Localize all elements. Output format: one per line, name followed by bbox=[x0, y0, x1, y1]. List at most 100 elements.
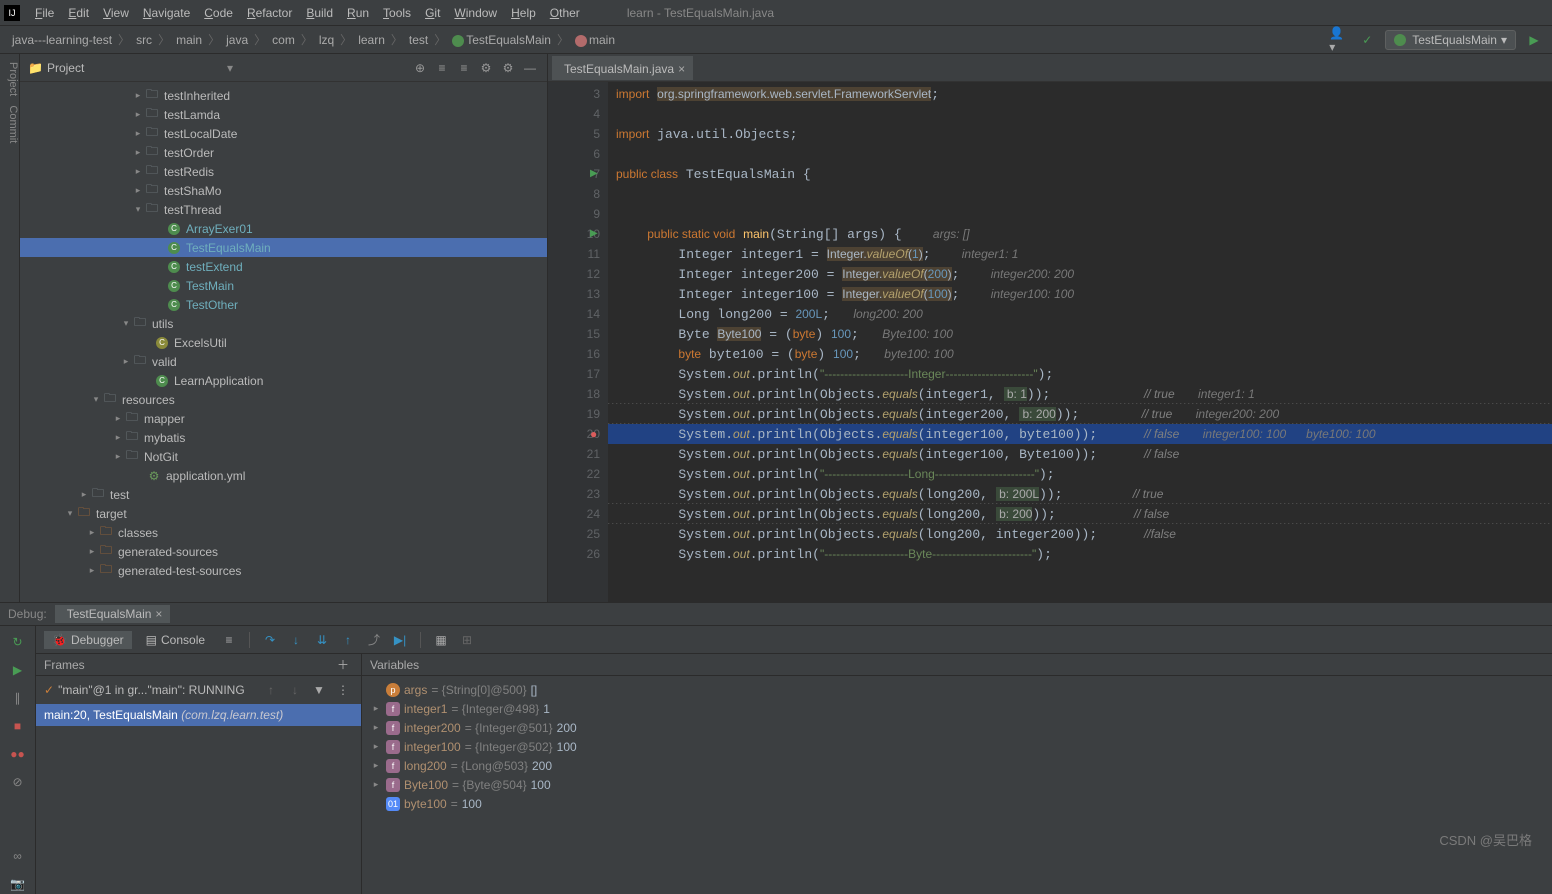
line-number[interactable]: 12 bbox=[548, 264, 600, 284]
code-body[interactable]: import org.springframework.web.servlet.F… bbox=[608, 82, 1552, 602]
menu-code[interactable]: Code bbox=[197, 6, 240, 20]
line-number[interactable]: 11 bbox=[548, 244, 600, 264]
stop-icon[interactable]: ■ bbox=[8, 716, 28, 736]
target-icon[interactable]: ⊕ bbox=[411, 59, 429, 77]
close-icon[interactable]: × bbox=[155, 607, 162, 621]
tree-item[interactable]: ▸🗀NotGit bbox=[20, 447, 547, 466]
menu-window[interactable]: Window bbox=[447, 6, 504, 20]
tree-item[interactable]: CExcelsUtil bbox=[20, 333, 547, 352]
mute-breakpoints-icon[interactable]: ⊘ bbox=[8, 772, 28, 792]
tree-item[interactable]: ▾🗀target bbox=[20, 504, 547, 523]
tree-item[interactable]: ⚙application.yml bbox=[20, 466, 547, 485]
check-icon[interactable]: ✓ bbox=[1357, 30, 1377, 50]
variable-row[interactable]: ▸f integer1 = {Integer@498} 1 bbox=[362, 699, 1552, 718]
code-line[interactable] bbox=[608, 204, 1552, 224]
view-breakpoints-icon[interactable]: ●● bbox=[8, 744, 28, 764]
rerun-icon[interactable]: ↻ bbox=[8, 632, 28, 652]
tree-item[interactable]: ▸🗀valid bbox=[20, 352, 547, 371]
code-line[interactable]: public static void main(String[] args) {… bbox=[608, 224, 1552, 244]
tree-item[interactable]: ▸🗀testShaMo bbox=[20, 181, 547, 200]
tree-item[interactable]: ▾🗀utils bbox=[20, 314, 547, 333]
threads-icon[interactable]: ≡ bbox=[219, 630, 239, 650]
tree-item[interactable]: CLearnApplication bbox=[20, 371, 547, 390]
tree-item[interactable]: ▸🗀generated-test-sources bbox=[20, 561, 547, 580]
crumb[interactable]: test bbox=[405, 33, 432, 47]
line-number[interactable]: 8 bbox=[548, 184, 600, 204]
line-number[interactable]: 19 bbox=[548, 404, 600, 424]
tree-item[interactable]: ▸🗀mybatis bbox=[20, 428, 547, 447]
line-number[interactable]: 24 bbox=[548, 504, 600, 524]
sort-desc-icon[interactable]: ≡ bbox=[455, 59, 473, 77]
code-line[interactable]: System.out.println("--------------------… bbox=[608, 544, 1552, 564]
camera-icon[interactable]: 📷 bbox=[8, 874, 28, 894]
code-line[interactable]: System.out.println(Objects.equals(long20… bbox=[608, 524, 1552, 544]
crumb[interactable]: java bbox=[222, 33, 252, 47]
menu-run[interactable]: Run bbox=[340, 6, 376, 20]
line-number[interactable]: 9 bbox=[548, 204, 600, 224]
menu-git[interactable]: Git bbox=[418, 6, 447, 20]
line-number[interactable]: 3 bbox=[548, 84, 600, 104]
crumb[interactable]: TestEqualsMain bbox=[448, 33, 555, 47]
step-over-icon[interactable]: ↷ bbox=[260, 630, 280, 650]
line-number[interactable]: 17 bbox=[548, 364, 600, 384]
tree-item[interactable]: ▸🗀classes bbox=[20, 523, 547, 542]
tree-item[interactable]: ▸🗀test bbox=[20, 485, 547, 504]
tree-item[interactable]: ▸🗀testInherited bbox=[20, 86, 547, 105]
filter-icon[interactable]: ⚙ bbox=[477, 59, 495, 77]
menu-view[interactable]: View bbox=[96, 6, 136, 20]
code-line[interactable]: System.out.println(Objects.equals(intege… bbox=[608, 404, 1552, 424]
line-number[interactable]: 18 bbox=[548, 384, 600, 404]
gutter[interactable]: 3456789101112131415161718192021222324252… bbox=[548, 82, 608, 602]
crumb[interactable]: java---learning-test bbox=[8, 33, 116, 47]
thread-row[interactable]: ✓ "main"@1 in gr..."main": RUNNING ↑ ↓ ▼… bbox=[36, 676, 361, 704]
crumb[interactable]: src bbox=[132, 33, 156, 47]
tree-item[interactable]: CTestOther bbox=[20, 295, 547, 314]
run-button[interactable]: ▶ bbox=[1524, 30, 1544, 50]
variable-row[interactable]: ▸f integer100 = {Integer@502} 100 bbox=[362, 737, 1552, 756]
line-number[interactable]: 7 bbox=[548, 164, 600, 184]
debug-run-tab[interactable]: TestEqualsMain × bbox=[55, 605, 171, 623]
menu-tools[interactable]: Tools bbox=[376, 6, 418, 20]
line-number[interactable]: 23 bbox=[548, 484, 600, 504]
variable-row[interactable]: ▸f Byte100 = {Byte@504} 100 bbox=[362, 775, 1552, 794]
tree-item[interactable]: ▸🗀mapper bbox=[20, 409, 547, 428]
menu-file[interactable]: File bbox=[28, 6, 61, 20]
project-tree[interactable]: ▸🗀testInherited▸🗀testLamda▸🗀testLocalDat… bbox=[20, 82, 547, 602]
tree-item[interactable]: CTestEqualsMain bbox=[20, 238, 547, 257]
tree-item[interactable]: CTestMain bbox=[20, 276, 547, 295]
code-line[interactable] bbox=[608, 104, 1552, 124]
close-icon[interactable]: × bbox=[678, 62, 685, 76]
code-line[interactable]: System.out.println(Objects.equals(intege… bbox=[608, 444, 1552, 464]
code-line[interactable]: import org.springframework.web.servlet.F… bbox=[608, 84, 1552, 104]
line-number[interactable]: 4 bbox=[548, 104, 600, 124]
step-into-icon[interactable]: ↓ bbox=[286, 630, 306, 650]
gear-icon[interactable]: ⚙ bbox=[499, 59, 517, 77]
line-number[interactable]: 6 bbox=[548, 144, 600, 164]
tree-item[interactable]: ▾🗀resources bbox=[20, 390, 547, 409]
user-icon[interactable]: 👤▾ bbox=[1329, 30, 1349, 50]
run-config-selector[interactable]: TestEqualsMain ▾ bbox=[1385, 30, 1516, 50]
editor-tab[interactable]: TestEqualsMain.java × bbox=[552, 56, 693, 80]
crumb[interactable]: lzq bbox=[315, 33, 338, 47]
up-icon[interactable]: ↑ bbox=[261, 680, 281, 700]
funnel-icon[interactable]: ▼ bbox=[309, 680, 329, 700]
tree-item[interactable]: ▸🗀testLamda bbox=[20, 105, 547, 124]
line-number[interactable]: 13 bbox=[548, 284, 600, 304]
variable-row[interactable]: p args = {String[0]@500} [] bbox=[362, 680, 1552, 699]
code-line[interactable]: Integer integer200 = Integer.valueOf(200… bbox=[608, 264, 1552, 284]
line-number[interactable]: 22 bbox=[548, 464, 600, 484]
variables-body[interactable]: p args = {String[0]@500} []▸f integer1 =… bbox=[362, 676, 1552, 894]
code-line[interactable]: System.out.println(Objects.equals(long20… bbox=[608, 504, 1552, 524]
dropdown-icon[interactable]: ▾ bbox=[227, 61, 233, 75]
tree-item[interactable]: ▸🗀generated-sources bbox=[20, 542, 547, 561]
tree-item[interactable]: ▸🗀testRedis bbox=[20, 162, 547, 181]
frame-row[interactable]: main:20, TestEqualsMain (com.lzq.learn.t… bbox=[36, 704, 361, 726]
line-number[interactable]: 14 bbox=[548, 304, 600, 324]
code-line[interactable]: System.out.println("--------------------… bbox=[608, 364, 1552, 384]
link-icon[interactable]: ∞ bbox=[8, 846, 28, 866]
line-number[interactable]: 26 bbox=[548, 544, 600, 564]
variable-row[interactable]: 01 byte100 = 100 bbox=[362, 794, 1552, 813]
code-line[interactable]: import java.util.Objects; bbox=[608, 124, 1552, 144]
run-to-cursor-icon[interactable]: ▶| bbox=[390, 630, 410, 650]
tree-item[interactable]: ▾🗀testThread bbox=[20, 200, 547, 219]
